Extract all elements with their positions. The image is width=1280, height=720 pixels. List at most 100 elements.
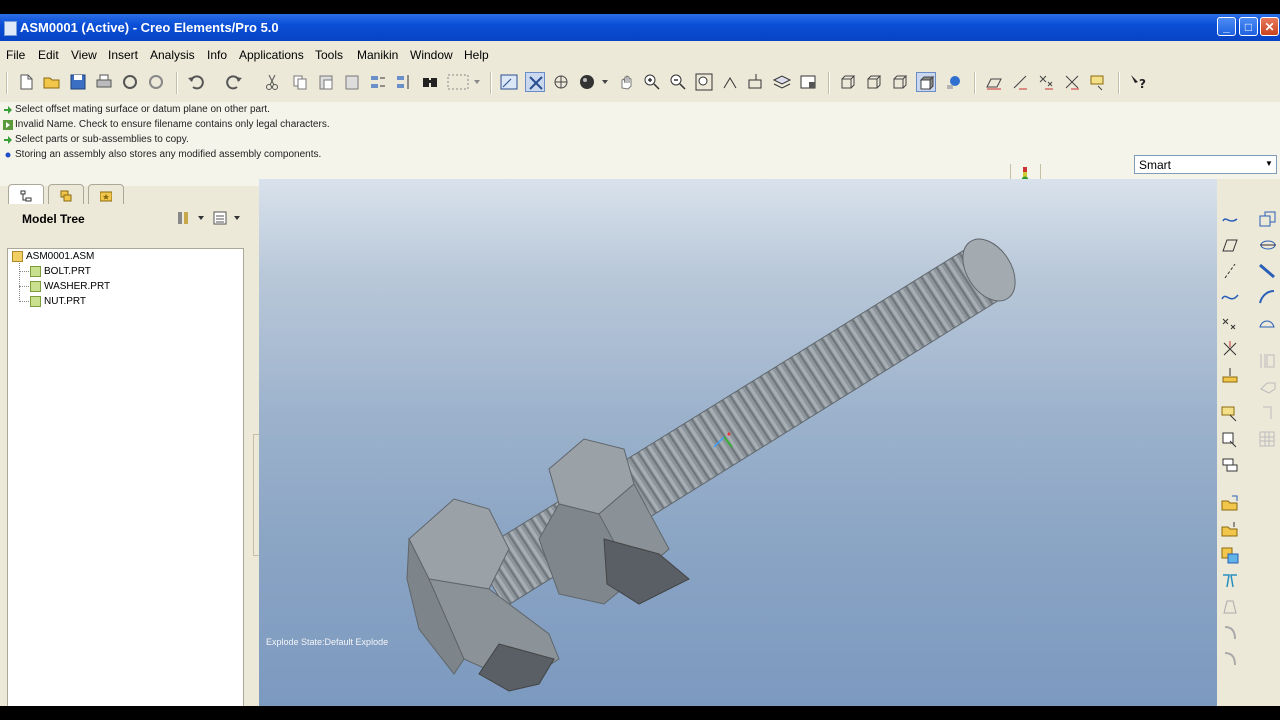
selection-filter-dropdown[interactable]: Smart ▼: [1134, 155, 1277, 174]
menu-view[interactable]: View: [71, 48, 97, 62]
view-manager-icon[interactable]: [798, 72, 818, 92]
tree-node-nut[interactable]: NUT.PRT: [30, 296, 86, 310]
sketch-curve-icon[interactable]: [1220, 287, 1240, 307]
menu-help[interactable]: Help: [464, 48, 489, 62]
close-button[interactable]: ✕: [1260, 17, 1279, 36]
find-icon[interactable]: [420, 72, 440, 92]
hidden-line-icon[interactable]: [864, 72, 884, 92]
save-icon[interactable]: [68, 72, 88, 92]
point-tool-icon[interactable]: [1220, 313, 1240, 333]
open-component-icon[interactable]: [1220, 493, 1240, 513]
context-help-icon[interactable]: ?: [1128, 72, 1148, 92]
zoom-out-icon[interactable]: [668, 72, 688, 92]
regenerate-icon[interactable]: [120, 72, 140, 92]
shell-tool-icon[interactable]: [1257, 377, 1277, 397]
layers-icon[interactable]: [772, 72, 792, 92]
toolbar-separator: [490, 72, 492, 94]
menu-applications[interactable]: Applications: [239, 48, 304, 62]
menu-tools[interactable]: Tools: [315, 48, 343, 62]
paste-icon[interactable]: [316, 72, 336, 92]
saved-views-icon[interactable]: [746, 72, 766, 92]
cut-icon[interactable]: [262, 72, 282, 92]
spin-center-icon[interactable]: [525, 72, 545, 92]
csys-display-icon[interactable]: [1062, 72, 1082, 92]
revolve-tool-icon[interactable]: [1257, 235, 1277, 255]
mirror-component-icon[interactable]: [1220, 545, 1240, 565]
zoom-in-icon[interactable]: [642, 72, 662, 92]
blend-tool-icon[interactable]: [1257, 287, 1277, 307]
tree-node-bolt[interactable]: BOLT.PRT: [30, 266, 91, 280]
refit-icon[interactable]: [694, 72, 714, 92]
redefine-icon[interactable]: [368, 72, 388, 92]
tab-favorites[interactable]: [88, 184, 124, 205]
annotation-display-icon[interactable]: [1088, 72, 1108, 92]
sweep-tool-icon[interactable]: [1257, 261, 1277, 281]
tree-node-washer[interactable]: WASHER.PRT: [30, 281, 110, 295]
tree-node-asm0001[interactable]: ASM0001.ASM: [12, 251, 94, 265]
arrow-right-green-icon: [3, 105, 13, 115]
no-hidden-icon[interactable]: [890, 72, 910, 92]
maximize-button[interactable]: □: [1239, 17, 1258, 36]
mirror-tool-icon[interactable]: [1220, 571, 1240, 591]
repaint-icon[interactable]: [499, 72, 519, 92]
navigator-tabs: [0, 182, 258, 206]
menu-manikin[interactable]: Manikin: [357, 48, 398, 62]
orient-mode-icon[interactable]: [551, 72, 571, 92]
print-icon[interactable]: [94, 72, 114, 92]
menu-edit[interactable]: Edit: [38, 48, 59, 62]
component-place-icon[interactable]: [1220, 403, 1240, 423]
pattern-tool-icon[interactable]: [1257, 429, 1277, 449]
navigator-panel: Model Tree ASM0001.ASM BOLT.PRT WASHER.P…: [0, 204, 254, 706]
reorient-icon[interactable]: [720, 72, 740, 92]
rib-tool-icon[interactable]: [1257, 403, 1277, 423]
minimize-button[interactable]: _: [1217, 17, 1236, 36]
axis-tool-icon[interactable]: [1220, 261, 1240, 281]
show-menu-icon[interactable]: [212, 209, 242, 227]
graphics-window[interactable]: Explode State:Default Explode: [259, 179, 1217, 706]
settings-tools-icon[interactable]: [176, 209, 206, 227]
round-tool-icon[interactable]: [1220, 623, 1240, 643]
redo-icon[interactable]: [224, 72, 244, 92]
model-tree-toggle-icon[interactable]: [944, 72, 964, 92]
package-component-icon[interactable]: [1220, 519, 1240, 539]
csys-tool-icon[interactable]: [1220, 339, 1240, 359]
send-mail-icon[interactable]: [146, 72, 166, 92]
analysis-feature-icon[interactable]: [1220, 365, 1240, 385]
favorites-folder-icon: [99, 189, 113, 202]
component-create-icon[interactable]: [1220, 429, 1240, 449]
datum-axis-display-icon[interactable]: [1010, 72, 1030, 92]
toolbar-separator: [828, 72, 830, 94]
reorder-icon[interactable]: [394, 72, 414, 92]
select-box-icon[interactable]: [446, 72, 482, 92]
new-file-icon[interactable]: [16, 72, 36, 92]
datum-plane-tool-icon[interactable]: [1220, 209, 1240, 229]
panel-splitter[interactable]: [250, 434, 260, 556]
chamfer-tool-icon[interactable]: [1220, 649, 1240, 669]
tab-folder-browser[interactable]: [48, 184, 84, 205]
draft-tool-icon[interactable]: [1220, 597, 1240, 617]
plane-tool-icon[interactable]: [1220, 235, 1240, 255]
paste-special-icon[interactable]: [342, 72, 362, 92]
menu-info[interactable]: Info: [207, 48, 227, 62]
datum-plane-display-icon[interactable]: [984, 72, 1004, 92]
copy-icon[interactable]: [290, 72, 310, 92]
shaded-icon[interactable]: [916, 72, 936, 92]
tree-icon: [20, 189, 32, 202]
menu-window[interactable]: Window: [410, 48, 453, 62]
datum-point-display-icon[interactable]: [1036, 72, 1056, 92]
component-repeat-icon[interactable]: [1220, 455, 1240, 475]
extrude-tool-icon[interactable]: [1257, 209, 1277, 229]
menu-file[interactable]: File: [6, 48, 25, 62]
tab-model-tree[interactable]: [8, 184, 44, 205]
hole-tool-icon[interactable]: [1257, 351, 1277, 371]
menu-analysis[interactable]: Analysis: [150, 48, 195, 62]
title-bar[interactable]: ASM0001 (Active) - Creo Elements/Pro 5.0…: [0, 14, 1280, 41]
pan-hand-icon[interactable]: [616, 72, 636, 92]
model-tree-list: ASM0001.ASM BOLT.PRT WASHER.PRT NUT.PRT: [7, 248, 244, 706]
boundary-blend-icon[interactable]: [1257, 313, 1277, 333]
wireframe-icon[interactable]: [838, 72, 858, 92]
undo-icon[interactable]: [186, 72, 206, 92]
open-folder-icon[interactable]: [42, 72, 62, 92]
shading-sphere-icon[interactable]: [577, 72, 609, 92]
menu-insert[interactable]: Insert: [108, 48, 138, 62]
